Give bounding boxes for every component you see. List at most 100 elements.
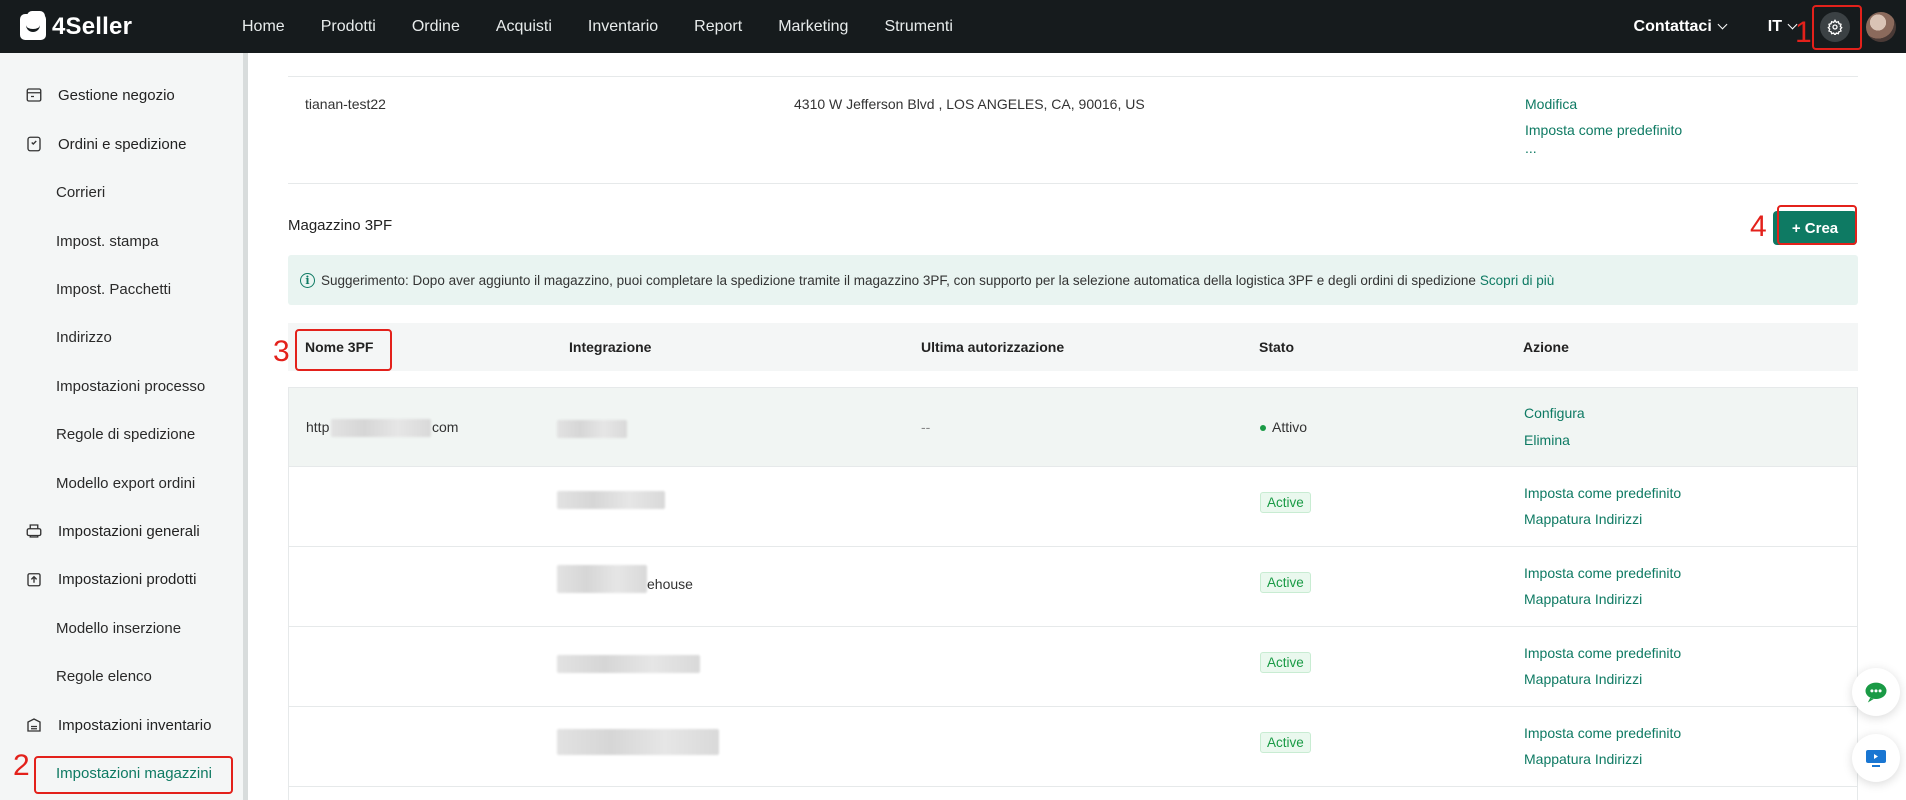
sidebar-item-label: Ordini e spedizione [58,135,187,153]
sidebar-item-label: Impostazioni prodotti [58,570,197,588]
annotation-number-2: 2 [13,749,30,782]
store-icon [24,85,44,105]
status-badge: Active [1260,572,1311,593]
brand-logo[interactable]: 4Seller [20,10,222,41]
table-row: Active Imposta come predefinito Mappatur… [288,627,1858,707]
row-name-prefix: http [306,419,330,435]
sidebar-item-indirizzo[interactable]: Indirizzo [0,317,243,357]
divider [288,183,1858,184]
delete-link[interactable]: Elimina [1524,432,1570,448]
set-default-link[interactable]: Imposta come predefinito [1524,485,1681,501]
nav-report[interactable]: Report [694,18,742,36]
sidebar-item-modello-export-ordini[interactable]: Modello export ordini [0,463,243,503]
more-actions-link[interactable]: ... [1525,140,1537,156]
chat-support-button[interactable] [1852,668,1900,716]
contact-dropdown[interactable]: Contattaci [1634,18,1728,36]
sidebar-item-label: Modello export ordini [56,474,196,492]
tip-text: Suggerimento: Dopo aver aggiunto il maga… [321,272,1476,288]
info-icon: i [300,272,315,288]
sidebar-item-impostazioni-generali[interactable]: Impostazioni generali [0,511,243,551]
annotation-box-4 [1777,205,1857,245]
set-default-link[interactable]: Imposta come predefinito [1524,725,1681,741]
address-mapping-link[interactable]: Mappatura Indirizzi [1524,511,1642,527]
video-tutorial-button[interactable] [1852,734,1900,782]
address-mapping-link[interactable]: Mappatura Indirizzi [1524,751,1642,767]
sidebar-item-label: Impost. Pacchetti [56,280,172,298]
table-row [288,787,1858,800]
sidebar-item-impost-stampa[interactable]: Impost. stampa [0,221,243,261]
sidebar-item-label: Regole elenco [56,667,152,685]
sidebar-item-impostazioni-prodotti[interactable]: Impostazioni prodotti [0,559,243,599]
address-mapping-link[interactable]: Mappatura Indirizzi [1524,591,1642,607]
tip-banner: i Suggerimento: Dopo aver aggiunto il ma… [288,255,1858,305]
nav-inventario[interactable]: Inventario [588,18,658,36]
col-ultima-autorizzazione: Ultima autorizzazione [921,339,1065,355]
integration-suffix: ehouse [647,576,693,592]
chevron-down-icon [1717,19,1728,30]
status-label: Attivo [1260,419,1307,435]
modifica-link[interactable]: Modifica [1525,96,1577,112]
table-row: Active Imposta come predefinito Mappatur… [288,467,1858,547]
sidebar-item-ordini-spedizione[interactable]: Ordini e spedizione [0,124,243,164]
redacted-text [331,419,431,437]
last-auth: -- [921,419,931,435]
language-dropdown[interactable]: IT [1767,17,1798,36]
sidebar-item-label: Modello inserzione [56,619,182,637]
language-label: IT [1767,17,1782,35]
table-header: Nome 3PF Integrazione Ultima autorizzazi… [288,323,1858,371]
set-default-link[interactable]: Imposta come predefinito [1524,645,1681,661]
top-navbar: 4Seller Home Prodotti Ordine Acquisti In… [0,0,1906,53]
status-badge: Active [1260,732,1311,753]
annotation-number-4: 4 [1750,210,1767,243]
redacted-text [557,491,665,509]
nav-home[interactable]: Home [242,18,285,36]
redacted-text [557,565,647,593]
status-dot-icon [1260,425,1266,432]
sidebar-item-label: Indirizzo [56,328,112,346]
table-row: ehouse Active Imposta come predefinito M… [288,547,1858,627]
sidebar-item-regole-spedizione[interactable]: Regole di spedizione [0,414,243,454]
user-avatar[interactable] [1866,11,1896,42]
set-default-link[interactable]: Imposta come predefinito [1524,565,1681,581]
divider [288,76,1858,77]
nav-marketing[interactable]: Marketing [778,18,848,36]
sidebar-item-impostazioni-processo[interactable]: Impostazioni processo [0,366,243,406]
sidebar-item-impost-pacchetti[interactable]: Impost. Pacchetti [0,269,243,309]
sidebar-item-regole-elenco[interactable]: Regole elenco [0,656,243,696]
nav-prodotti[interactable]: Prodotti [321,18,376,36]
status-badge: Active [1260,492,1311,513]
sidebar-item-corrieri[interactable]: Corrieri [0,172,243,212]
nav-strumenti[interactable]: Strumenti [884,18,952,36]
col-stato: Stato [1259,339,1294,355]
sidebar-item-impostazioni-inventario[interactable]: Impostazioni inventario [0,705,243,745]
nav-ordine[interactable]: Ordine [412,18,460,36]
sidebar-item-label: Impostazioni processo [56,377,206,395]
monitor-play-icon [1866,750,1886,767]
nav-acquisti[interactable]: Acquisti [496,18,552,36]
bag-logo-icon [20,10,46,40]
sidebar-item-modello-inserzione[interactable]: Modello inserzione [0,608,243,648]
table-row: http com -- Attivo Configura Elimina [288,387,1858,467]
section-title: Magazzino 3PF [288,217,393,234]
order-icon [24,134,44,154]
set-default-link[interactable]: Imposta come predefinito [1525,122,1682,138]
annotation-box-1 [1812,5,1862,50]
address-name: tianan-test22 [305,96,386,112]
col-azione: Azione [1523,339,1569,355]
sidebar-item-gestione-negozio[interactable]: Gestione negozio [0,75,243,115]
annotation-number-3: 3 [273,335,290,368]
sidebar-item-label: Regole di spedizione [56,425,196,443]
row-name-suffix: com [432,419,459,435]
redacted-text [557,729,719,755]
learn-more-link[interactable]: Scopri di più [1480,273,1554,288]
main-content: tianan-test22 4310 W Jefferson Blvd , LO… [248,53,1906,800]
sidebar-item-label: Corrieri [56,183,106,201]
sidebar: Gestione negozio Ordini e spedizione Cor… [0,53,248,800]
configure-link[interactable]: Configura [1524,405,1585,421]
upload-box-icon [24,569,44,589]
redacted-text [557,655,700,673]
address-mapping-link[interactable]: Mappatura Indirizzi [1524,671,1642,687]
sidebar-item-label: Impost. stampa [56,232,159,250]
table-row: Active Imposta come predefinito Mappatur… [288,707,1858,787]
sidebar-item-label: Impostazioni generali [58,522,200,540]
